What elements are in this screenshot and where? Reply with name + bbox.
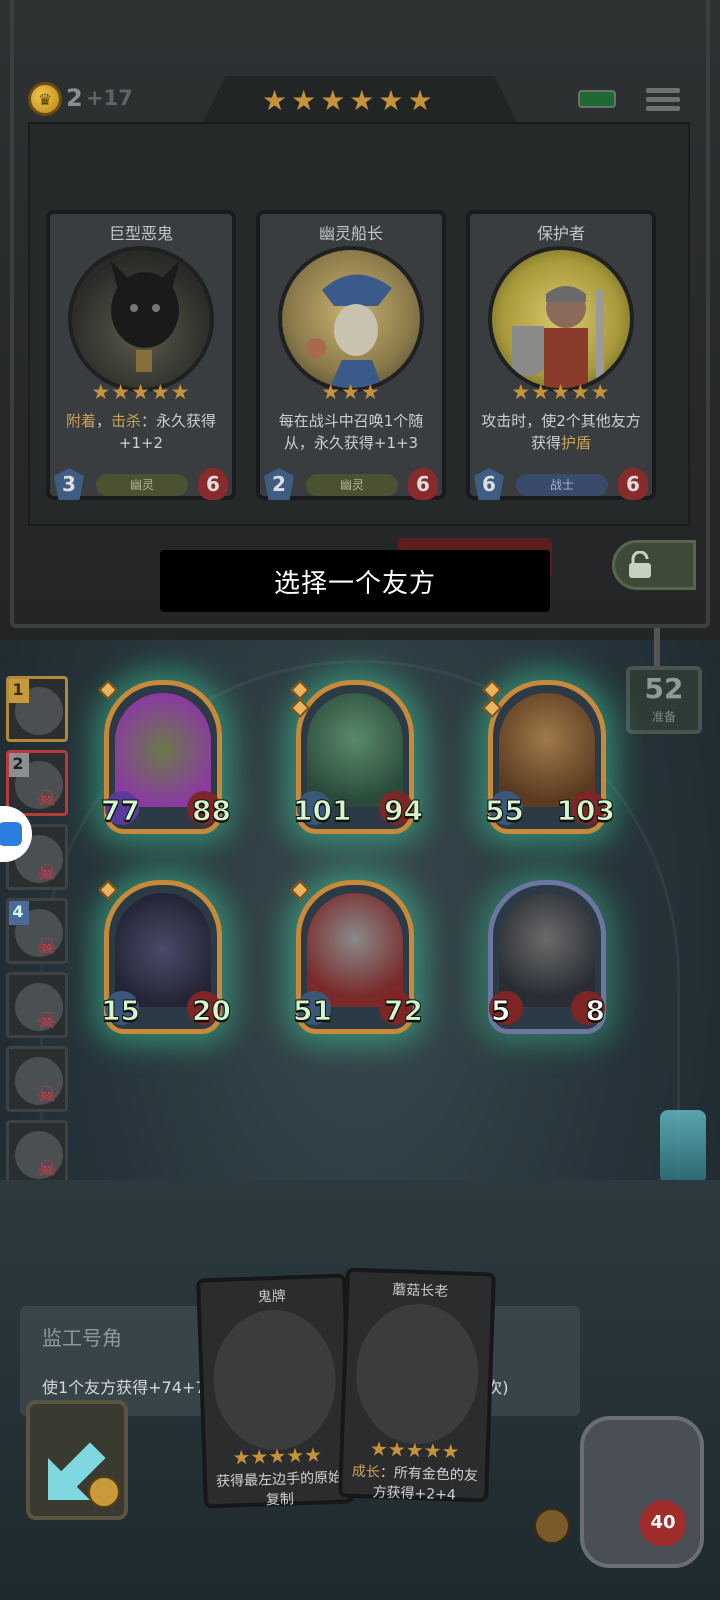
minion-attack: 77 — [101, 794, 141, 828]
card-health: 6 — [618, 468, 648, 500]
minion-health: 103 — [556, 794, 615, 828]
ghost-captain-portrait — [278, 246, 424, 392]
shop-card[interactable]: 幽灵船长 ★★★ 每在战斗中召唤1个随从，永久获得+1+3 2 幽灵 6 — [256, 210, 446, 500]
card-description: 附着，击杀：永久获得+1+2 — [65, 412, 217, 452]
minion-attack: 15 — [101, 994, 141, 1028]
card-attack: 6 — [474, 468, 504, 500]
lock-shop-button[interactable] — [612, 540, 696, 590]
minion-attack: 5 — [490, 994, 511, 1028]
card-description: 攻击时，使2个其他友方获得护盾 — [481, 412, 641, 452]
skull-icon: ☠ — [37, 1157, 57, 1182]
skull-icon: ☠ — [37, 1009, 57, 1034]
opponent-slot[interactable]: ☠ — [6, 1046, 68, 1112]
shop-card[interactable]: 巨型恶鬼 ★★★★★ 附着，击杀：永久获得+1+2 3 幽灵 6 — [46, 210, 236, 500]
opponent-slot[interactable]: 2 ☠ — [6, 750, 68, 816]
card-stars: ★★★ — [321, 380, 381, 404]
card-description: 获得最左边手的原始复制 — [215, 1469, 343, 1509]
card-name: 幽灵船长 — [318, 224, 383, 243]
stock-count: 52 — [644, 672, 684, 705]
card-stars: ★★★★★ — [369, 1436, 460, 1464]
coin-icon — [88, 1476, 120, 1508]
board-minion[interactable]: 101 94 — [290, 680, 423, 834]
skull-icon: ☠ — [37, 935, 57, 960]
minion-attack: 55 — [485, 794, 525, 828]
card-attack: 3 — [54, 468, 84, 500]
card-name: 鬼牌 — [257, 1288, 286, 1306]
opponent-slot[interactable]: ☠ — [6, 1120, 68, 1186]
ghost-demon-portrait — [68, 246, 214, 392]
stock-label: 准备 — [651, 710, 676, 724]
card-name: 保护者 — [536, 224, 585, 243]
assistant-icon — [0, 822, 22, 846]
mushroom-elder-portrait — [353, 1301, 481, 1447]
dark-horse-art — [115, 893, 211, 1007]
opponent-slot[interactable]: 1 — [6, 676, 68, 742]
protector-portrait — [488, 246, 634, 392]
tribe-badge: 幽灵 — [96, 474, 188, 496]
card-description: 每在战斗中召唤1个随从，永久获得+1+3 — [278, 412, 424, 452]
crown-coin-icon: ♛ — [28, 82, 62, 116]
card-stars: ★★★★★ — [91, 380, 191, 404]
opponent-rank: 1 — [9, 679, 29, 703]
item-title: 监工号角 — [42, 1326, 122, 1350]
board-minion[interactable]: 5 8 — [488, 880, 606, 1034]
joker-portrait — [211, 1307, 339, 1453]
player-health: 40 — [640, 1500, 686, 1546]
minion-attack: 51 — [293, 994, 333, 1028]
skull-icon: ☠ — [37, 861, 57, 886]
minion-health: 88 — [192, 794, 232, 828]
tribe-badge: 幽灵 — [306, 474, 398, 496]
tribe-badge: 战士 — [516, 474, 608, 496]
bell-icon[interactable] — [534, 1508, 570, 1544]
card-health: 6 — [408, 468, 438, 500]
skull-icon: ☠ — [37, 1083, 57, 1108]
rock-monster-art — [115, 693, 211, 807]
masked-warrior-art — [307, 893, 403, 1007]
card-health: 6 — [198, 468, 228, 500]
opponent-slot[interactable]: 4 ☠ — [6, 898, 68, 964]
board-minion[interactable]: 77 88 — [98, 680, 231, 834]
skull-icon: ☠ — [37, 787, 57, 812]
candle-decoration — [660, 1110, 706, 1184]
card-name: 蘑菇长老 — [392, 1282, 449, 1301]
lock-icon — [629, 551, 651, 578]
board-minion[interactable]: 51 72 — [290, 880, 423, 1034]
battery-icon — [578, 90, 616, 108]
minion-health: 72 — [384, 994, 424, 1028]
minion-attack: 101 — [292, 794, 352, 828]
card-name: 巨型恶鬼 — [108, 224, 173, 243]
parrot-pirate-art — [307, 693, 403, 807]
opponent-rank: 2 — [9, 753, 29, 777]
opponent-rank: 4 — [9, 901, 29, 925]
gold-income: +17 — [86, 86, 133, 110]
toast-message: 选择一个友方 — [160, 550, 550, 612]
minion-health: 8 — [585, 994, 606, 1028]
stock-counter: 52 准备 — [626, 666, 702, 734]
card-attack: 2 — [264, 468, 294, 500]
hamburger-menu-icon[interactable] — [646, 84, 680, 118]
shop-card[interactable]: 保护者 ★★★★★ 攻击时，使2个其他友方获得护盾 6 战士 6 — [466, 210, 656, 500]
minion-health: 94 — [384, 794, 424, 828]
board-minion[interactable]: 15 20 — [98, 880, 231, 1034]
minion-health: 20 — [192, 994, 232, 1028]
player-portrait[interactable] — [580, 1416, 704, 1568]
hand-card[interactable]: 蘑菇长老 ★★★★★ 成长：所有金色的友方获得+2+4 — [338, 1267, 496, 1503]
hooded-elder-art — [499, 893, 595, 1007]
tavern-tier-stars: ★★★★★★ — [262, 84, 437, 117]
treant-art — [499, 693, 595, 807]
card-stars: ★★★★★ — [511, 380, 611, 404]
gold-count: 2 — [66, 84, 83, 112]
hand-card[interactable]: 鬼牌 ★★★★★ 获得最左边手的原始复制 — [196, 1273, 354, 1509]
board-minion[interactable]: 55 103 — [482, 680, 616, 834]
opponent-slot[interactable]: ☠ — [6, 972, 68, 1038]
card-stars: ★★★★★ — [232, 1442, 323, 1470]
card-description: 成长：所有金色的友方获得+2+4 — [351, 1463, 479, 1504]
stock-chain — [654, 628, 660, 668]
